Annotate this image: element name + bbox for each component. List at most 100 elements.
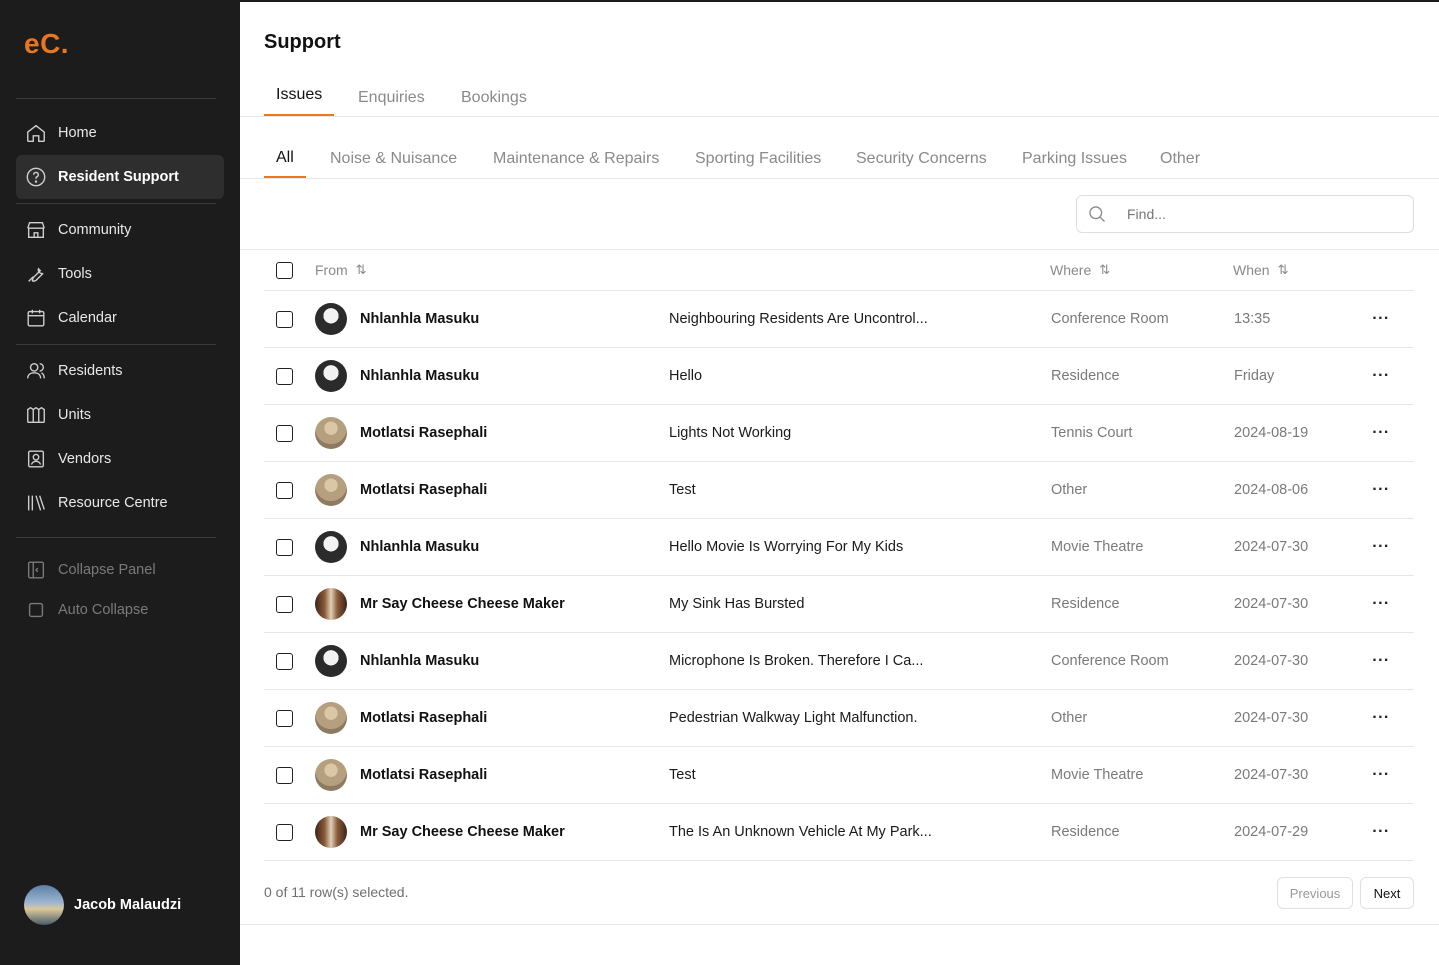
search-box[interactable] [1076, 195, 1414, 233]
column-when-label: When [1233, 262, 1270, 278]
table-row[interactable]: Motlatsi Rasephali Lights Not Working Tenn… [264, 405, 1414, 462]
row-checkbox[interactable] [276, 539, 293, 556]
sort-icon: ⇅ [355, 262, 367, 277]
row-subject: Test [669, 482, 696, 498]
row-when: 2024-07-30 [1234, 710, 1309, 726]
row-checkbox[interactable] [276, 425, 293, 442]
table-row[interactable]: Motlatsi Rasephali Pedestrian Walkway Lig… [264, 690, 1414, 747]
auto-collapse-label: Auto Collapse [58, 602, 149, 618]
sidebar-item-community[interactable]: Community [16, 208, 224, 252]
row-subject: Hello [669, 368, 703, 384]
more-actions-button[interactable]: ··· [1368, 519, 1394, 575]
next-button[interactable]: Next [1360, 877, 1414, 909]
category-noise-nuisance[interactable]: Noise & Nuisance [330, 139, 457, 179]
search-input[interactable] [1127, 206, 1387, 222]
contact-icon [24, 447, 48, 471]
table-row[interactable]: Nhlanhla Masuku Microphone Is Broken. The… [264, 633, 1414, 690]
user-profile[interactable]: Jacob Malaudzi [24, 885, 181, 925]
selection-status: 0 of 11 row(s) selected. [264, 884, 409, 900]
avatar [24, 885, 64, 925]
previous-button[interactable]: Previous [1277, 877, 1353, 909]
category-other[interactable]: Other [1160, 139, 1200, 179]
column-when[interactable]: When ⇅ [1233, 250, 1288, 290]
row-where: Conference Room [1051, 311, 1169, 327]
row-where: Tennis Court [1051, 425, 1133, 441]
sidebar-item-resident-support[interactable]: Resident Support [16, 155, 224, 199]
row-when: 2024-08-19 [1234, 425, 1309, 441]
library-icon [24, 491, 48, 515]
more-actions-button[interactable]: ··· [1368, 633, 1394, 689]
column-where[interactable]: Where ⇅ [1050, 250, 1110, 290]
avatar [315, 759, 347, 791]
sidebar-item-vendors[interactable]: Vendors [16, 437, 224, 481]
category-parking-issues[interactable]: Parking Issues [1022, 139, 1127, 179]
help-circle-icon [24, 165, 48, 189]
table-row[interactable]: Nhlanhla Masuku Hello Movie Is Worrying F… [264, 519, 1414, 576]
row-from: Motlatsi Rasephali [360, 425, 488, 441]
row-checkbox[interactable] [276, 767, 293, 784]
more-actions-button[interactable]: ··· [1368, 405, 1394, 461]
column-from[interactable]: From ⇅ [315, 250, 367, 290]
row-checkbox[interactable] [276, 653, 293, 670]
collapse-panel-button[interactable]: Collapse Panel [16, 548, 224, 592]
more-actions-button[interactable]: ··· [1368, 462, 1394, 518]
row-checkbox[interactable] [276, 368, 293, 385]
sidebar-item-tools[interactable]: Tools [16, 252, 224, 296]
row-where: Residence [1051, 368, 1120, 384]
sidebar-item-label: Residents [58, 363, 123, 379]
more-actions-button[interactable]: ··· [1368, 291, 1394, 347]
category-security-concerns[interactable]: Security Concerns [856, 139, 987, 179]
tab-bar: Issues Enquiries Bookings [240, 76, 1439, 117]
table-row[interactable]: Motlatsi Rasephali Test Movie Theatre 2024-… [264, 747, 1414, 804]
row-when: 2024-07-30 [1234, 539, 1309, 555]
table-row[interactable]: Mr Say Cheese Cheese Maker The Is An Unkn… [264, 804, 1414, 861]
row-checkbox[interactable] [276, 311, 293, 328]
row-from: Nhlanhla Masuku [360, 368, 480, 384]
avatar [315, 417, 347, 449]
more-actions-button[interactable]: ··· [1368, 348, 1394, 404]
tab-issues[interactable]: Issues [264, 76, 335, 116]
tab-enquiries[interactable]: Enquiries [358, 78, 425, 118]
column-where-label: Where [1050, 262, 1092, 278]
brand-logo[interactable]: eC. [24, 28, 69, 60]
avatar [315, 474, 347, 506]
divider [16, 344, 216, 345]
more-actions-button[interactable]: ··· [1368, 690, 1394, 746]
auto-collapse-toggle[interactable]: Auto Collapse [16, 588, 224, 632]
sidebar-item-home[interactable]: Home [16, 111, 224, 155]
category-maintenance-repairs[interactable]: Maintenance & Repairs [493, 139, 659, 179]
tab-bookings[interactable]: Bookings [461, 78, 527, 118]
avatar [315, 303, 347, 335]
issues-table: From ⇅ Where ⇅ When ⇅ Nhlanhla Masuku Nei… [264, 250, 1414, 861]
more-actions-button[interactable]: ··· [1368, 747, 1394, 803]
table-row[interactable]: Mr Say Cheese Cheese Maker My Sink Has Bu… [264, 576, 1414, 633]
row-checkbox[interactable] [276, 824, 293, 841]
row-where: Conference Room [1051, 653, 1169, 669]
row-checkbox[interactable] [276, 710, 293, 727]
select-all-checkbox[interactable] [276, 262, 293, 279]
more-actions-button[interactable]: ··· [1368, 576, 1394, 632]
category-sporting-facilities[interactable]: Sporting Facilities [695, 139, 821, 179]
table-row[interactable]: Nhlanhla Masuku Neighbouring Residents Ar… [264, 291, 1414, 348]
category-all[interactable]: All [264, 139, 306, 178]
sidebar-item-residents[interactable]: Residents [16, 349, 224, 393]
sidebar-item-label: Community [58, 222, 132, 238]
category-tab-bar: All Noise & Nuisance Maintenance & Repai… [240, 139, 1439, 179]
row-from: Mr Say Cheese Cheese Maker [360, 596, 565, 612]
sidebar-item-calendar[interactable]: Calendar [16, 296, 224, 340]
sidebar-item-units[interactable]: Units [16, 393, 224, 437]
row-checkbox[interactable] [276, 596, 293, 613]
row-where: Residence [1051, 824, 1120, 840]
home-icon [24, 121, 48, 145]
row-checkbox[interactable] [276, 482, 293, 499]
row-when: 13:35 [1234, 311, 1271, 327]
table-row[interactable]: Motlatsi Rasephali Test Other 2024-08-06 ··· [264, 462, 1414, 519]
row-when: 2024-07-29 [1234, 824, 1309, 840]
sidebar-item-label: Home [58, 125, 97, 141]
row-when: 2024-07-30 [1234, 653, 1309, 669]
table-row[interactable]: Nhlanhla Masuku Hello Residence Friday ··· [264, 348, 1414, 405]
row-from: Nhlanhla Masuku [360, 311, 480, 327]
store-icon [24, 218, 48, 242]
more-actions-button[interactable]: ··· [1368, 804, 1394, 860]
sidebar-item-resource-centre[interactable]: Resource Centre [16, 481, 224, 525]
